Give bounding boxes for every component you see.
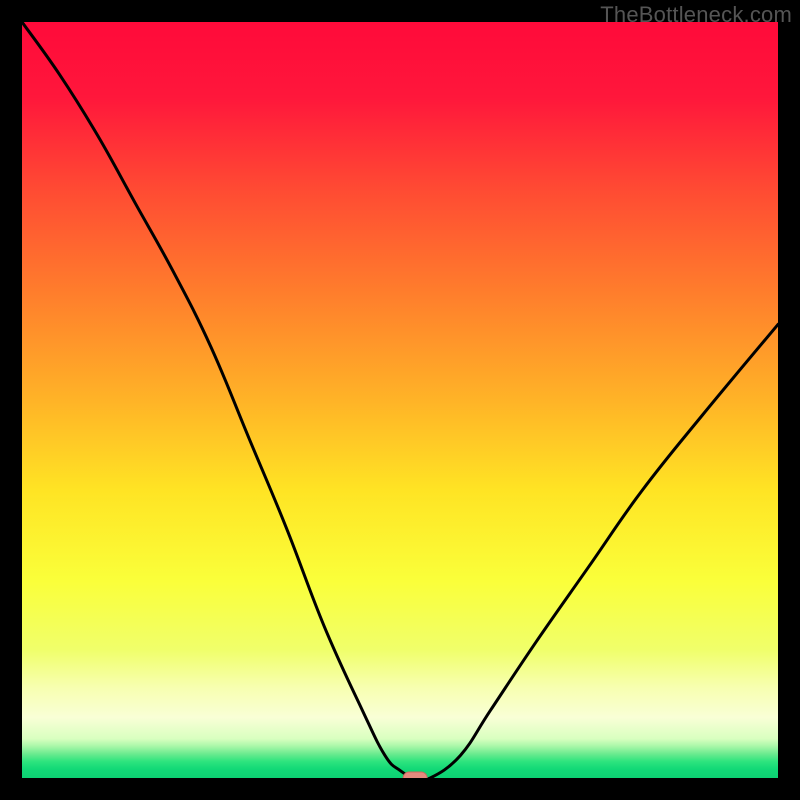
optimum-marker — [403, 772, 427, 778]
plot-area — [22, 22, 778, 778]
chart-svg — [22, 22, 778, 778]
gradient-background — [22, 22, 778, 778]
attribution-text: TheBottleneck.com — [600, 2, 792, 28]
chart-frame: TheBottleneck.com — [0, 0, 800, 800]
